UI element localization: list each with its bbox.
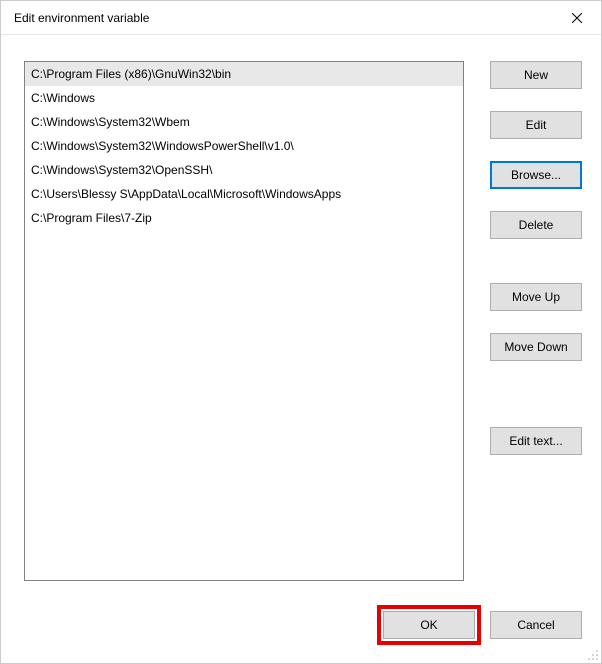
dialog-content: C:\Program Files (x86)\GnuWin32\binC:\Wi… xyxy=(1,35,601,663)
move-down-button[interactable]: Move Down xyxy=(490,333,582,361)
ok-button[interactable]: OK xyxy=(383,611,475,639)
dialog-footer: OK Cancel xyxy=(383,611,582,639)
move-up-button[interactable]: Move Up xyxy=(490,283,582,311)
path-listbox[interactable]: C:\Program Files (x86)\GnuWin32\binC:\Wi… xyxy=(24,61,464,581)
list-item[interactable]: C:\Windows\System32\Wbem xyxy=(25,110,463,134)
list-item[interactable]: C:\Windows xyxy=(25,86,463,110)
cancel-button[interactable]: Cancel xyxy=(490,611,582,639)
list-item[interactable]: C:\Users\Blessy S\AppData\Local\Microsof… xyxy=(25,182,463,206)
edit-button[interactable]: Edit xyxy=(490,111,582,139)
list-item[interactable]: C:\Program Files\7-Zip xyxy=(25,206,463,230)
list-item[interactable]: C:\Windows\System32\WindowsPowerShell\v1… xyxy=(25,134,463,158)
side-button-column: New Edit Browse... Delete Move Up Move D… xyxy=(490,61,582,455)
delete-button[interactable]: Delete xyxy=(490,211,582,239)
resize-grip-icon xyxy=(587,649,599,661)
close-icon xyxy=(572,13,582,23)
list-item[interactable]: C:\Program Files (x86)\GnuWin32\bin xyxy=(25,62,463,86)
list-item[interactable]: C:\Windows\System32\OpenSSH\ xyxy=(25,158,463,182)
browse-button[interactable]: Browse... xyxy=(490,161,582,189)
new-button[interactable]: New xyxy=(490,61,582,89)
titlebar: Edit environment variable xyxy=(1,1,601,35)
edit-text-button[interactable]: Edit text... xyxy=(490,427,582,455)
window-title: Edit environment variable xyxy=(14,11,149,25)
close-button[interactable] xyxy=(559,4,595,32)
